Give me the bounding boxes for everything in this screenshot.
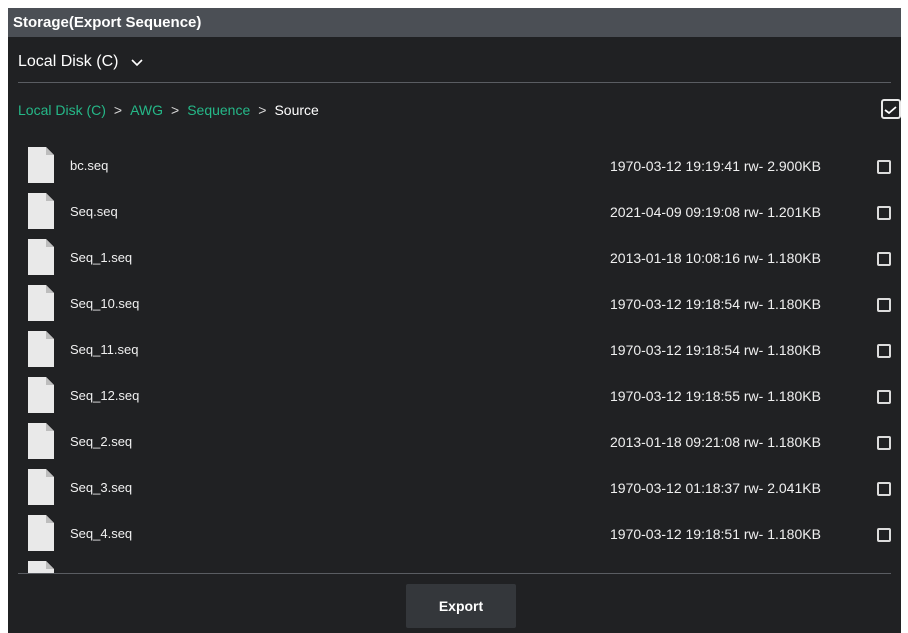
file-checkbox[interactable]: [877, 252, 891, 266]
file-row[interactable]: Seq_12.seq 1970-03-12 19:18:55 rw- 1.180K…: [8, 375, 901, 421]
file-icon: [28, 285, 54, 321]
top-divider: [18, 82, 891, 83]
breadcrumb-separator: >: [113, 102, 123, 118]
file-name: bc.seq: [70, 158, 109, 173]
file-checkbox[interactable]: [877, 160, 891, 174]
file-name: Seq_11.seq: [70, 342, 139, 357]
bottom-divider: [18, 573, 891, 574]
file-checkbox[interactable]: [877, 206, 891, 220]
file-metadata: 1970-03-12 01:18:37 rw- 2.041KB: [610, 480, 821, 496]
file-name: Seq.seq: [70, 204, 118, 219]
file-icon: [28, 423, 54, 459]
chevron-down-icon: [131, 59, 144, 67]
file-metadata: 1970-03-12 19:18:54 rw- 1.180KB: [610, 342, 821, 358]
file-metadata: 2013-01-18 09:21:08 rw- 1.180KB: [610, 434, 821, 450]
disk-selector-value: Local Disk (C): [18, 53, 119, 70]
file-icon: [28, 377, 54, 413]
file-row[interactable]: Seq_2.seq 2013-01-18 09:21:08 rw- 1.180KB: [8, 421, 901, 467]
file-row[interactable]: Seq_10.seq 1970-03-12 19:18:54 rw- 1.180K…: [8, 283, 901, 329]
file-name: Seq_2.seq: [70, 434, 133, 449]
select-all-checkbox[interactable]: [881, 99, 901, 119]
file-checkbox[interactable]: [877, 344, 891, 358]
file-checkbox[interactable]: [877, 528, 891, 542]
file-name: Seq_10.seq: [70, 296, 140, 311]
file-checkbox[interactable]: [877, 482, 891, 496]
file-icon: [28, 239, 54, 275]
file-checkbox[interactable]: [877, 298, 891, 312]
breadcrumb-separator: >: [258, 102, 267, 118]
disk-selector[interactable]: Local Disk (C): [18, 50, 144, 74]
file-list[interactable]: Seq_4.seq 1970-03-12 19:18:51 rw- 1.180KB…: [8, 145, 901, 573]
export-button[interactable]: Export: [406, 584, 516, 628]
file-icon: [28, 147, 54, 183]
file-row[interactable]: Seq.seq 2021-04-09 09:19:08 rw- 1.201KB: [8, 191, 901, 237]
file-metadata: 1970-03-12 19:19:41 rw- 2.900KB: [610, 158, 821, 174]
file-name: Seq_1.seq: [70, 250, 133, 265]
file-icon: [28, 331, 54, 367]
file-row[interactable]: Seq_4.seq 1970-03-12 19:18:51 rw- 1.180KB: [8, 513, 901, 559]
breadcrumb-item-sequence[interactable]: Sequence: [187, 100, 250, 120]
file-row[interactable]: Seq_3.seq 1970-03-12 01:18:37 rw- 2.041KB: [8, 467, 901, 513]
file-metadata: 1970-03-12 19:18:51 rw- 1.180KB: [610, 526, 821, 542]
file-row[interactable]: bc.seq 1970-03-12 19:19:41 rw- 2.900KB: [8, 145, 901, 191]
partial-list-item: [8, 559, 901, 573]
file-icon: [28, 561, 54, 573]
file-row[interactable]: Seq_1.seq 2013-01-18 10:08:16 rw- 1.180KB: [8, 237, 901, 283]
breadcrumb-item-source: Source: [274, 102, 319, 118]
file-icon: [28, 193, 54, 229]
file-checkbox[interactable]: [877, 390, 891, 404]
file-icon: [28, 515, 54, 551]
breadcrumb-separator: >: [171, 102, 180, 118]
file-checkbox[interactable]: [877, 436, 891, 450]
check-icon: [884, 106, 897, 114]
file-name: Seq_12.seq: [70, 388, 140, 403]
breadcrumb-item-awg[interactable]: AWG: [130, 100, 163, 120]
export-sequence-dialog: Storage(Export Sequence) Local Disk (C) …: [8, 8, 901, 633]
breadcrumb: Local Disk (C) > AWG > Sequence > Source: [18, 100, 319, 120]
file-row[interactable]: Seq_11.seq 1970-03-12 19:18:54 rw- 1.180K…: [8, 329, 901, 375]
file-metadata: 1970-03-12 19:18:54 rw- 1.180KB: [610, 296, 821, 312]
file-name: Seq_4.seq: [70, 526, 133, 541]
breadcrumb-item-local-disk-c[interactable]: Local Disk (C): [18, 100, 106, 120]
file-metadata: 2013-01-18 10:08:16 rw- 1.180KB: [610, 250, 821, 266]
file-name: Seq_3.seq: [70, 480, 133, 495]
file-metadata: 2021-04-09 09:19:08 rw- 1.201KB: [610, 204, 821, 220]
dialog-title: Storage(Export Sequence): [8, 8, 901, 37]
file-icon: [28, 469, 54, 505]
file-metadata: 1970-03-12 19:18:55 rw- 1.180KB: [610, 388, 821, 404]
